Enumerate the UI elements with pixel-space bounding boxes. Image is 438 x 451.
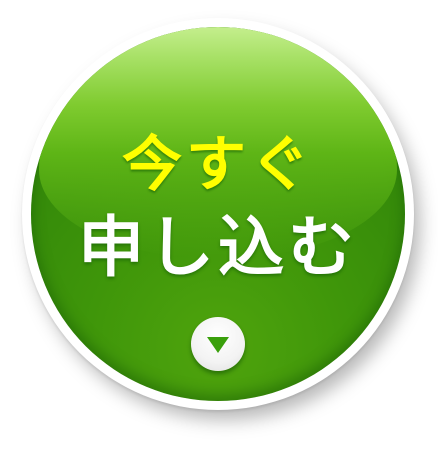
button-label-apply: 申し込む	[78, 209, 358, 286]
triangle-down-icon	[207, 337, 229, 353]
button-label-now: 今すぐ	[122, 130, 314, 200]
arrow-badge[interactable]	[191, 317, 245, 371]
cta-banner: 今すぐ 申し込む	[0, 0, 438, 451]
apply-now-button[interactable]: 今すぐ 申し込む	[22, 18, 414, 410]
button-face[interactable]: 今すぐ 申し込む	[31, 27, 405, 401]
